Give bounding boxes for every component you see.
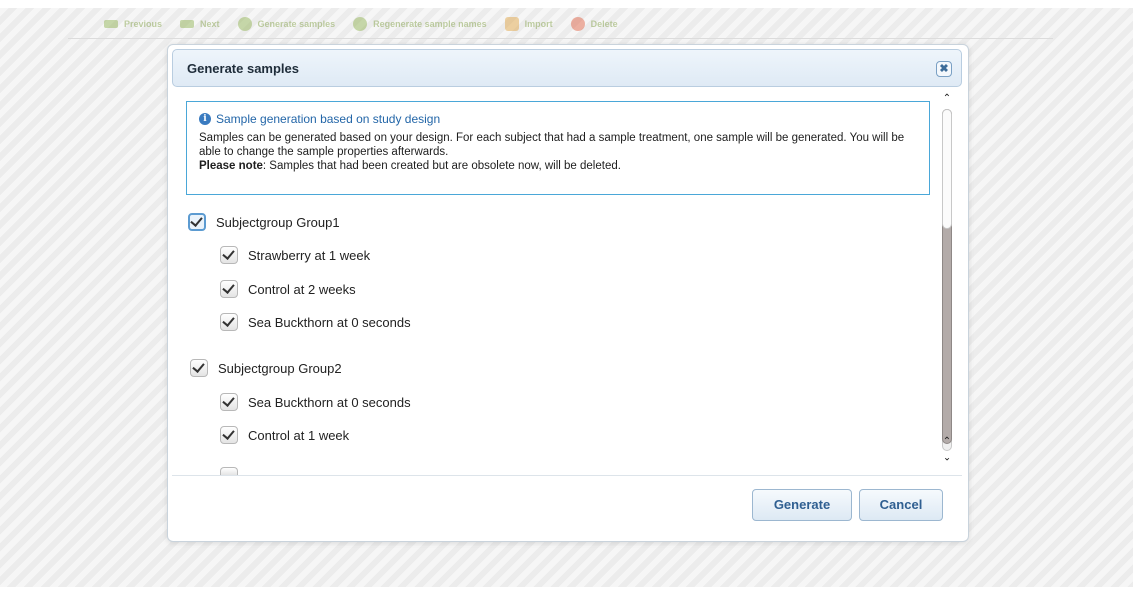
info-heading-text: Sample generation based on study design — [216, 112, 441, 126]
treatment-item[interactable]: Sea Buckthorn at 0 seconds — [220, 313, 411, 331]
delete-icon — [570, 17, 585, 31]
previous-button[interactable]: Previous — [104, 19, 162, 29]
group-label: Subjectgroup Group1 — [216, 214, 340, 230]
treatment-label: Strawberry at 1 week — [248, 247, 371, 263]
import-button[interactable]: Import — [504, 17, 553, 31]
treatment-label: Sea Buckthorn at 0 seconds — [248, 394, 411, 410]
treatment-item[interactable]: Control at 2 weeks — [220, 280, 356, 298]
checkbox[interactable] — [188, 213, 206, 231]
info-note-text: : Samples that had been created but are … — [262, 160, 621, 172]
next-label: Next — [200, 19, 220, 29]
close-icon[interactable]: ✖ — [936, 61, 952, 77]
checkbox[interactable] — [220, 246, 238, 264]
import-label: Import — [524, 19, 553, 29]
treatment-item[interactable]: Sea Buckthorn at 0 seconds — [220, 393, 411, 411]
checkbox[interactable] — [220, 426, 238, 444]
generate-button[interactable]: Generate — [752, 489, 852, 521]
regenerate-names-button[interactable]: Regenerate sample names — [353, 17, 487, 31]
previous-label: Previous — [124, 19, 163, 29]
scroll-up-icon[interactable]: ⌃ — [941, 436, 953, 448]
checkbox[interactable] — [220, 467, 238, 475]
treatment-label: Control at 2 weeks — [248, 281, 356, 297]
scroll-down-icon[interactable]: ⌃ — [941, 449, 953, 461]
treatment-label: Control at 1 week — [248, 427, 350, 443]
top-strip — [0, 0, 1133, 8]
info-body: Samples can be generated based on your d… — [199, 132, 905, 158]
dialog-content: i Sample generation based on study desig… — [172, 91, 962, 475]
scrollbar[interactable]: ⌃ ⌃ ⌃ — [938, 91, 956, 475]
generate-samples-button[interactable]: Generate samples — [237, 17, 336, 31]
generate-samples-dialog: Generate samples ✖ i Sample generation b… — [167, 44, 969, 542]
footer-divider — [172, 475, 962, 476]
delete-button[interactable]: Delete — [570, 17, 618, 31]
gear-icon — [237, 17, 252, 31]
checkbox[interactable] — [220, 313, 238, 331]
arrow-right-icon — [180, 20, 195, 28]
treatment-item[interactable]: Control at 1 week — [220, 426, 349, 444]
next-button[interactable]: Next — [180, 19, 220, 29]
generate-samples-label: Generate samples — [257, 19, 336, 29]
scroll-up-icon[interactable]: ⌃ — [941, 93, 953, 105]
regenerate-names-label: Regenerate sample names — [373, 19, 487, 29]
treatment-label: Sea Buckthorn at 0 seconds — [248, 314, 411, 330]
treatment-item-partial[interactable] — [220, 467, 248, 475]
info-icon: i — [199, 113, 211, 125]
group-label: Subjectgroup Group2 — [218, 360, 342, 376]
sample-toolbar: Previous Next Generate samples Regenerat… — [104, 14, 636, 34]
arrow-left-icon — [104, 20, 118, 28]
checkbox[interactable] — [220, 280, 238, 298]
treatment-item[interactable]: Strawberry at 1 week — [220, 246, 370, 264]
group-item[interactable]: Subjectgroup Group2 — [190, 359, 342, 377]
scrollbar-thumb-highlight — [942, 109, 952, 229]
delete-label: Delete — [590, 19, 618, 29]
toolbar-divider — [68, 38, 1053, 39]
refresh-icon — [353, 17, 368, 31]
info-box: i Sample generation based on study desig… — [186, 101, 930, 195]
dialog-titlebar[interactable]: Generate samples ✖ — [172, 49, 962, 87]
dialog-title: Generate samples — [187, 61, 300, 76]
info-text: Samples can be generated based on your d… — [199, 131, 919, 173]
info-note-label: Please note — [199, 160, 263, 172]
checkbox[interactable] — [190, 359, 208, 377]
bottom-strip — [0, 587, 1133, 591]
info-heading: i Sample generation based on study desig… — [199, 112, 440, 126]
group-item[interactable]: Subjectgroup Group1 — [188, 213, 340, 231]
import-icon — [504, 17, 519, 31]
checkbox[interactable] — [220, 393, 238, 411]
cancel-button[interactable]: Cancel — [859, 489, 943, 521]
